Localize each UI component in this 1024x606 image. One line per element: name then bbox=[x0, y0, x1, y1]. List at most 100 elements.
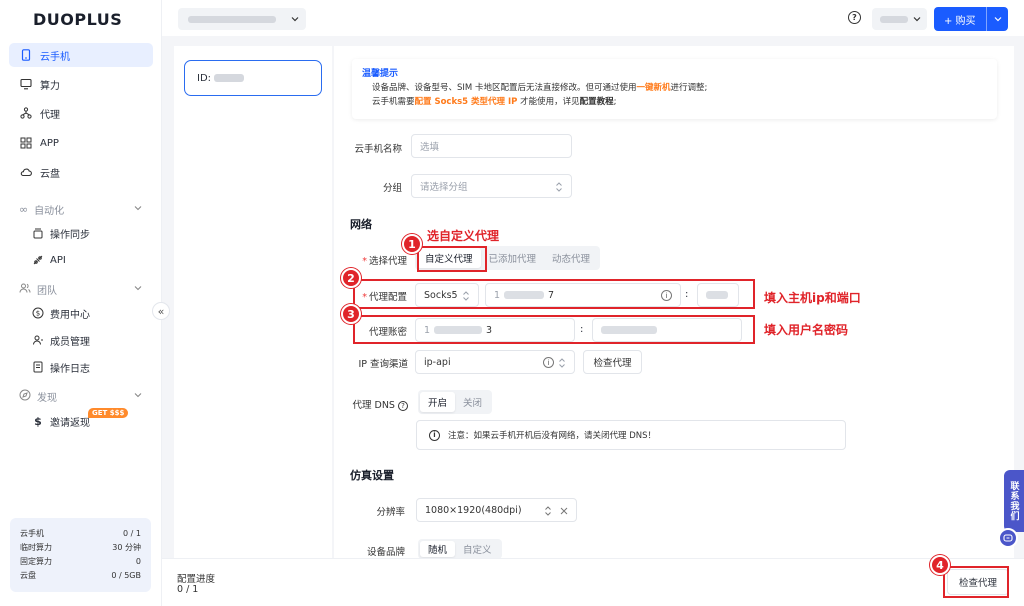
sidebar-item-cloud-phone[interactable]: 云手机 bbox=[9, 43, 153, 67]
dollar-icon: $ bbox=[34, 415, 42, 428]
chevron-down-icon bbox=[291, 17, 299, 22]
usage-value: 30 分钟 bbox=[112, 542, 141, 552]
annotation-number-1: 1 bbox=[402, 234, 422, 254]
notice-title: 温馨提示 bbox=[362, 69, 399, 79]
buy-button-label: + 购买 bbox=[944, 15, 976, 27]
notice-text: 设备品牌、设备型号、SIM 卡地区配置后无法直接修改。但可通过使用 bbox=[372, 83, 637, 93]
sidebar-item-label: 算力 bbox=[40, 80, 60, 92]
sidebar-collapse-button[interactable]: « bbox=[152, 302, 170, 320]
annotation-number-4: 4 bbox=[930, 555, 950, 575]
sidebar-item-cloud-disk[interactable]: 云盘 bbox=[9, 160, 153, 184]
updown-icon bbox=[556, 182, 562, 192]
notice-text: ; bbox=[613, 97, 617, 107]
usage-label: 固定算力 bbox=[20, 556, 52, 566]
sync-icon bbox=[32, 227, 44, 239]
sidebar-item-label: 邀请返现 bbox=[50, 417, 90, 429]
sidebar-item-sync[interactable]: 操作同步 bbox=[32, 222, 90, 244]
sidebar-item-proxy[interactable]: 代理 bbox=[9, 101, 153, 125]
invite-badge: GET $$$ bbox=[88, 408, 129, 418]
dns-toggle-segment: 开启 关闭 bbox=[418, 390, 493, 414]
proxy-option-added[interactable]: 已添加代理 bbox=[481, 248, 545, 268]
dns-option-off[interactable]: 关闭 bbox=[455, 392, 490, 412]
buy-dropdown-toggle[interactable] bbox=[987, 14, 1008, 24]
sidebar-item-label: 云手机 bbox=[40, 51, 70, 63]
chevron-down-icon bbox=[134, 286, 142, 291]
device-list-panel bbox=[174, 46, 332, 558]
network-section-title: 网络 bbox=[350, 218, 372, 231]
name-label: 云手机名称 bbox=[354, 144, 402, 155]
notice-text: 云手机需要 bbox=[372, 97, 415, 107]
notice-highlight: 配置 Socks5 类型代理 IP bbox=[414, 97, 518, 107]
sidebar-item-label: 成员管理 bbox=[50, 336, 90, 348]
sidebar-item-app[interactable]: APP bbox=[9, 131, 153, 155]
sidebar-item-api[interactable]: API bbox=[32, 249, 66, 271]
config-progress-label: 配置进度 bbox=[177, 574, 216, 585]
proxy-option-dynamic[interactable]: 动态代理 bbox=[544, 248, 598, 268]
one-click-new-link[interactable]: 一键新机 bbox=[636, 83, 670, 93]
sidebar-item-label: 操作同步 bbox=[50, 229, 90, 241]
label-text: 选择代理 bbox=[368, 256, 407, 267]
usage-row: 固定算力 0 bbox=[20, 554, 141, 568]
group-label: 分组 bbox=[382, 183, 402, 194]
chevron-down-icon bbox=[913, 17, 921, 22]
contact-us-tab[interactable]: 联系我们 bbox=[1004, 470, 1024, 532]
sidebar-item-label: 操作日志 bbox=[50, 363, 90, 375]
brand-option-random[interactable]: 随机 bbox=[420, 541, 456, 557]
sidebar-group-team[interactable]: 团队 bbox=[9, 278, 153, 300]
brand-segment: 随机 自定义 bbox=[418, 539, 502, 559]
usage-value: 0 / 1 bbox=[123, 528, 141, 538]
chat-icon[interactable] bbox=[998, 528, 1018, 548]
annotation-text-1: 选自定义代理 bbox=[427, 229, 500, 243]
check-proxy-button[interactable]: 检查代理 bbox=[583, 350, 642, 374]
brand-label: 设备品牌 bbox=[366, 547, 405, 558]
info-icon[interactable]: i bbox=[543, 357, 554, 368]
annotation-box-3 bbox=[353, 315, 755, 344]
sidebar-group-label: 自动化 bbox=[34, 205, 65, 217]
sidebar-item-invite[interactable]: $ 邀请返现 bbox=[32, 410, 90, 432]
account-select[interactable] bbox=[872, 8, 927, 30]
help-icon[interactable]: ? bbox=[848, 11, 861, 24]
sidebar-item-members[interactable]: 成员管理 bbox=[32, 329, 90, 351]
resolution-select[interactable]: 1080×1920(480dpi) bbox=[416, 498, 577, 522]
buy-button[interactable]: + 购买 bbox=[934, 7, 1008, 31]
sidebar-item-billing[interactable]: $ 费用中心 bbox=[32, 302, 90, 324]
group-select[interactable]: 请选择分组 bbox=[411, 174, 572, 198]
sidebar: DUOPLUS 云手机 算力 代理 APP 云盘 ∞ 自动化 操作同步 API … bbox=[0, 0, 162, 606]
top-bar: ? + 购买 bbox=[162, 0, 1024, 36]
usage-row: 临时算力 30 分钟 bbox=[20, 540, 141, 554]
annotation-box-1 bbox=[417, 246, 487, 272]
config-tutorial-link[interactable]: 配置教程 bbox=[580, 97, 614, 107]
usage-value: 0 / 5GB bbox=[111, 570, 141, 580]
sidebar-item-compute[interactable]: 算力 bbox=[9, 72, 153, 96]
phone-icon bbox=[19, 48, 33, 62]
sidebar-group-automation[interactable]: ∞ 自动化 bbox=[9, 198, 153, 220]
sidebar-item-logs[interactable]: 操作日志 bbox=[32, 356, 90, 378]
usage-label: 云手机 bbox=[20, 528, 44, 538]
annotation-box-4 bbox=[943, 566, 1009, 598]
dollar-circle-icon: $ bbox=[32, 307, 44, 319]
network-icon bbox=[19, 106, 33, 120]
help-icon[interactable]: ? bbox=[398, 401, 408, 411]
ip-channel-select[interactable]: ip-api i bbox=[415, 350, 575, 374]
required-mark: * bbox=[362, 256, 367, 267]
annotation-box-2 bbox=[353, 279, 755, 309]
updown-icon bbox=[559, 358, 565, 368]
notice-line: 设备品牌、设备型号、SIM 卡地区配置后无法直接修改。但可通过使用一键新机进行调… bbox=[362, 81, 987, 95]
device-id-label: ID: bbox=[197, 72, 212, 84]
sidebar-item-label: 费用中心 bbox=[50, 309, 90, 321]
device-id-card[interactable]: ID: bbox=[184, 60, 322, 96]
resolution-value: 1080×1920(480dpi) bbox=[425, 504, 522, 516]
usage-label: 临时算力 bbox=[20, 542, 52, 552]
clear-icon[interactable] bbox=[560, 507, 568, 515]
usage-label: 云盘 bbox=[20, 570, 36, 580]
brand-option-custom[interactable]: 自定义 bbox=[455, 541, 500, 557]
device-name-input[interactable]: 选填 bbox=[411, 134, 572, 158]
app-logo[interactable]: DUOPLUS bbox=[33, 10, 122, 29]
info-icon: i bbox=[429, 429, 440, 441]
sidebar-group-discover[interactable]: 发现 bbox=[9, 385, 153, 407]
sidebar-group-label: 团队 bbox=[37, 285, 57, 297]
redacted-text bbox=[188, 16, 276, 23]
config-progress-value: 0 / 1 bbox=[177, 584, 199, 595]
dns-option-on[interactable]: 开启 bbox=[420, 392, 456, 412]
environment-select[interactable] bbox=[178, 8, 306, 30]
